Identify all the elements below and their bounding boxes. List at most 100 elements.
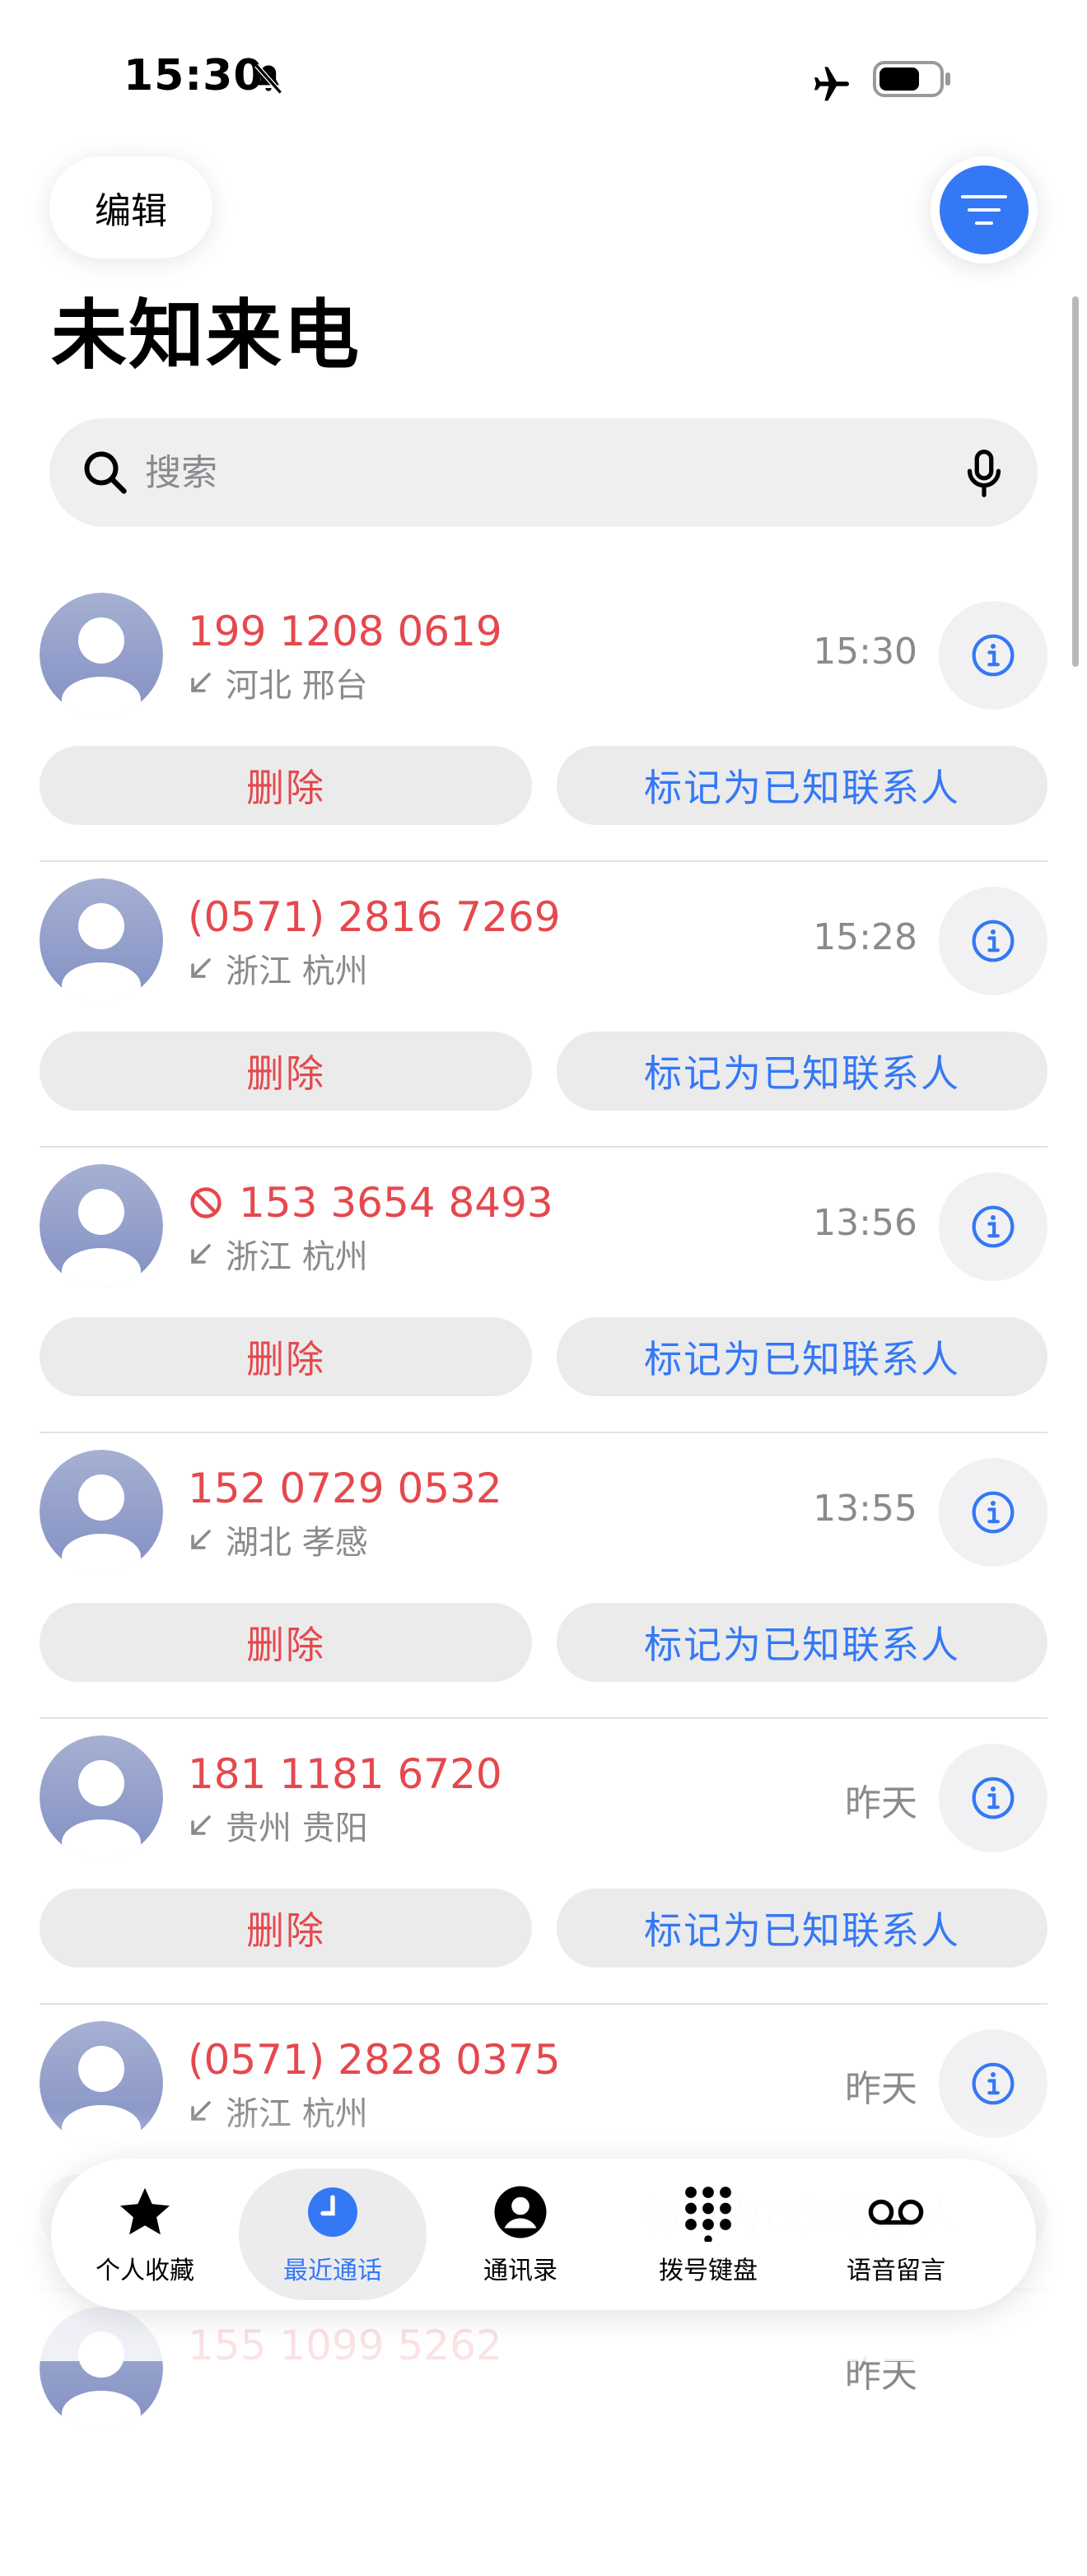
blocked-icon [190, 1187, 222, 1218]
caller-location-text: 河北 邢台 [226, 667, 368, 705]
search-bar[interactable] [49, 418, 1038, 527]
tab-label: 个人收藏 [96, 2257, 194, 2285]
avatar [40, 1450, 163, 1573]
status-time: 15:30 [124, 51, 264, 100]
caller-number-text: 199 1208 0619 [188, 608, 502, 655]
mark-known-contact-button[interactable]: 标记为已知联系人 [557, 1032, 1047, 1111]
mark-known-contact-button[interactable]: 标记为已知联系人 [557, 746, 1047, 825]
search-input[interactable] [145, 440, 886, 505]
call-row[interactable]: 153 3654 8493 浙江 杭州 13:56 删除 标记为已知联系人 [0, 1148, 1087, 1433]
microphone-icon[interactable] [955, 445, 1013, 502]
call-row[interactable]: 155 1099 5262 昨天 [0, 2290, 1087, 2576]
caller-location-text: 浙江 杭州 [226, 2095, 368, 2133]
tab-label: 通讯录 [483, 2257, 557, 2285]
caller-location: 浙江 杭州 [188, 944, 368, 992]
caller-number: 199 1208 0619 [188, 608, 502, 655]
page-title: 未知来电 [51, 291, 362, 380]
delete-button[interactable]: 删除 [40, 1889, 532, 1968]
call-time: 15:30 [813, 631, 917, 673]
call-time: 昨天 [845, 2354, 917, 2396]
search-icon [84, 451, 127, 494]
delete-button[interactable]: 删除 [40, 1317, 532, 1396]
person-silhouette-icon [40, 2021, 163, 2145]
tab-keypad[interactable]: 拨号键盘 [614, 2168, 802, 2300]
incoming-call-arrow-icon [191, 1530, 211, 1549]
info-button[interactable] [939, 887, 1047, 995]
person-silhouette-icon [40, 1450, 163, 1573]
mark-known-contact-button[interactable]: 标记为已知联系人 [557, 1603, 1047, 1682]
call-time: 昨天 [845, 2068, 917, 2110]
delete-button[interactable]: 删除 [40, 746, 532, 825]
caller-location-text: 贵州 贵阳 [226, 1810, 368, 1847]
filter-button[interactable] [931, 156, 1038, 263]
call-row[interactable]: (0571) 2816 7269 浙江 杭州 15:28 删除 标记为已知联系人 [0, 862, 1087, 1148]
person-silhouette-icon [40, 1164, 163, 1288]
avatar [40, 878, 163, 1002]
caller-number: (0571) 2828 0375 [188, 2036, 561, 2084]
call-time: 13:55 [813, 1488, 917, 1530]
call-row[interactable]: 199 1208 0619 河北 邢台 15:30 删除 标记为已知联系人 [0, 576, 1087, 862]
info-button[interactable] [939, 1458, 1047, 1567]
info-icon [972, 634, 1015, 677]
person-circle-icon [494, 2186, 547, 2238]
tab-recents[interactable]: 最近通话 [239, 2168, 427, 2300]
caller-number: (0571) 2816 7269 [188, 893, 561, 941]
caller-location: 河北 邢台 [188, 659, 368, 706]
bell-off-icon [254, 63, 282, 95]
info-button[interactable] [939, 1744, 1047, 1852]
keypad-icon [685, 2187, 731, 2242]
mark-known-contact-button[interactable]: 标记为已知联系人 [557, 1889, 1047, 1968]
tab-contacts[interactable]: 通讯录 [427, 2168, 614, 2300]
tab-bar: 个人收藏 最近通话 通讯录 拨号键盘 语音留言 [51, 2159, 1036, 2310]
info-button[interactable] [939, 2029, 1047, 2138]
delete-button[interactable]: 删除 [40, 1603, 532, 1682]
voicemail-icon [868, 2199, 924, 2225]
status-bar: 15:30 [0, 0, 1087, 156]
star-icon [120, 2187, 170, 2235]
caller-number: 152 0729 0532 [188, 1465, 502, 1512]
caller-location: 浙江 杭州 [188, 1230, 368, 1278]
caller-number-text: 152 0729 0532 [188, 1465, 502, 1512]
caller-number-text: 153 3654 8493 [239, 1179, 553, 1227]
avatar [40, 1164, 163, 1288]
incoming-call-arrow-icon [191, 1244, 211, 1264]
tab-label: 语音留言 [847, 2257, 945, 2285]
person-silhouette-icon [40, 878, 163, 1002]
call-row[interactable]: 152 0729 0532 湖北 孝感 13:55 删除 标记为已知联系人 [0, 1433, 1087, 1719]
info-icon [972, 1491, 1015, 1534]
tab-voicemail[interactable]: 语音留言 [802, 2168, 990, 2300]
call-row[interactable]: 181 1181 6720 贵州 贵阳 昨天 删除 标记为已知联系人 [0, 1719, 1087, 2005]
tab-label: 最近通话 [283, 2257, 382, 2285]
person-silhouette-icon [40, 593, 163, 716]
incoming-call-arrow-icon [191, 1815, 211, 1835]
avatar [40, 593, 163, 716]
battery-icon [873, 61, 950, 97]
tab-favorites[interactable]: 个人收藏 [51, 2168, 239, 2300]
delete-button[interactable]: 删除 [40, 1032, 532, 1111]
caller-number-text: (0571) 2816 7269 [188, 893, 561, 941]
caller-number-text: 155 1099 5262 [188, 2322, 502, 2369]
caller-location-text: 湖北 孝感 [226, 1524, 368, 1562]
call-time: 昨天 [845, 1782, 917, 1824]
caller-number: 181 1181 6720 [188, 1750, 502, 1798]
info-icon [972, 920, 1015, 962]
caller-number-text: (0571) 2828 0375 [188, 2036, 561, 2084]
caller-location-text: 浙江 杭州 [226, 953, 368, 990]
mark-known-contact-button[interactable]: 标记为已知联系人 [557, 1317, 1047, 1396]
incoming-call-arrow-icon [191, 673, 211, 692]
avatar [40, 1735, 163, 1859]
caller-location: 浙江 杭州 [188, 2087, 368, 2135]
edit-button[interactable]: 编辑 [49, 156, 212, 259]
avatar [40, 2307, 163, 2430]
info-button[interactable] [939, 601, 1047, 710]
filter-button-fill [940, 165, 1029, 254]
info-button[interactable] [939, 1172, 1047, 1281]
call-time: 13:56 [813, 1202, 917, 1244]
caller-location-text: 浙江 杭州 [226, 1238, 368, 1276]
clock-icon [308, 2187, 357, 2237]
info-icon [972, 1777, 1015, 1819]
caller-number: 153 3654 8493 [188, 1179, 553, 1227]
info-icon [972, 1205, 1015, 1248]
avatar [40, 2021, 163, 2145]
incoming-call-arrow-icon [191, 2101, 211, 2121]
